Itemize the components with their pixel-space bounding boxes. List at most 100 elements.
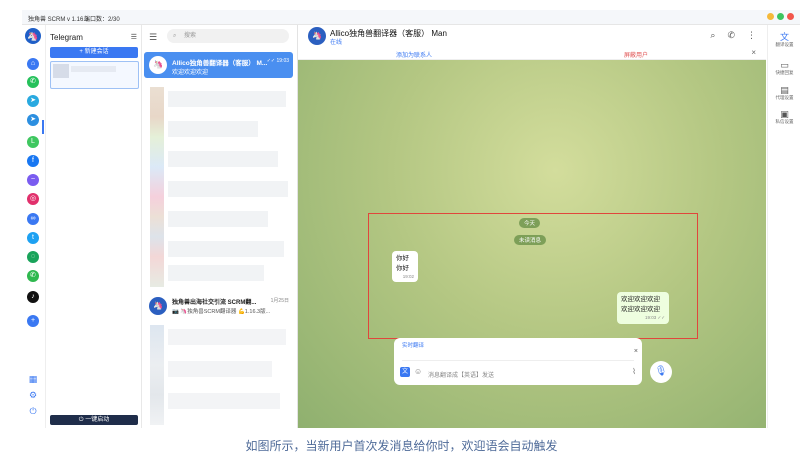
line-icon[interactable]: L <box>27 136 39 148</box>
list-menu-icon[interactable]: ☰ <box>131 33 137 41</box>
proxy-settings-label: 代理设置 <box>775 95 794 100</box>
phone-icon[interactable]: ✆ <box>727 30 735 41</box>
minimize-button[interactable] <box>767 13 774 20</box>
message-line: 你好 <box>396 265 409 272</box>
home-icon[interactable]: ⌂ <box>27 58 39 70</box>
close-window-button[interactable] <box>787 13 794 20</box>
chat-rows-blurred <box>168 181 288 197</box>
account-avatar-blurred <box>53 64 69 78</box>
message-time: 19:03 ✓✓ <box>644 315 665 320</box>
attach-icon[interactable]: ⌇ <box>632 367 636 376</box>
account-panel: Telegram ☰ + 新建会话 ⏻ 一键启动 <box>46 25 142 428</box>
chat-rows-blurred <box>168 151 278 167</box>
private-settings-icon: ▣ <box>780 109 789 119</box>
block-user-link[interactable]: 屏蔽用户 <box>624 50 648 59</box>
quick-reply-button[interactable]: ▭ 快捷回复 <box>768 60 801 76</box>
caption: 如图所示，当新用户首次发消息给你时，欢迎语会自动触发 <box>245 439 558 453</box>
platform-rail: 🦄 ⌂ ✆ ➤ ➤ Lf ~ ◎ ∞ t ◌ ✆ ♪ + ▦ ⚙ ⏻ <box>22 25 46 428</box>
chat-rows-blurred <box>168 91 286 107</box>
contact-action-bar: 添加为联系人 屏蔽用户 × <box>298 47 766 60</box>
chat-rows-blurred <box>168 329 286 345</box>
twitter-icon[interactable]: t <box>27 232 39 244</box>
instagram-icon[interactable]: ◎ <box>27 193 39 205</box>
port-count: 端口数：2/30 <box>84 17 120 23</box>
settings-icon[interactable]: ⚙ <box>27 389 39 401</box>
microphone-icon: 🎙 <box>654 366 668 377</box>
chat-time: 1月25日 <box>270 298 289 304</box>
chat-item[interactable]: 🦄 独角兽出海社交引流 SCRM翻... 1月25日 📷 🦄独角兽SCRM翻译器… <box>144 293 293 319</box>
infinity-icon[interactable]: ∞ <box>27 213 39 225</box>
chat-rows-blurred <box>168 241 284 257</box>
search-icon[interactable]: ⌕ <box>710 30 715 41</box>
right-tools-panel: 文翻译设置 ▭ 快捷回复 ▤ 代理设置 ▣ 私信设置 <box>767 25 801 428</box>
quick-reply-icon: ▭ <box>780 60 789 70</box>
app-window: 独角兽 SCRM v 1.16.3 端口数：2/30 🦄 ⌂ ✆ ➤ ➤ Lf ~ ◎ ∞ t ◌… <box>22 10 801 428</box>
avatar: 🦄 <box>149 56 167 74</box>
translate-settings-label: 翻译设置 <box>775 42 794 47</box>
facebook-icon[interactable]: f <box>27 155 39 167</box>
chat-tools: ⌕ ✆ ⋮ <box>710 30 756 41</box>
microphone-button[interactable]: 🎙 <box>650 361 672 383</box>
chat-rows-blurred <box>168 265 264 281</box>
maximize-button[interactable] <box>777 13 784 20</box>
chat-item-selected[interactable]: 🦄 Allico独角兽翻译器（客服） M... ✓✓ 19:03 欢迎欢迎欢迎 <box>144 52 293 78</box>
chat-name: 独角兽出海社交引流 SCRM翻... <box>172 300 257 306</box>
title-bar: 独角兽 SCRM v 1.16.3 端口数：2/30 <box>22 10 800 25</box>
messenger-icon[interactable]: ~ <box>27 174 39 186</box>
private-settings-label: 私信设置 <box>775 119 794 124</box>
proxy-settings-button[interactable]: ▤ 代理设置 <box>768 85 801 101</box>
realtime-translate-label: 实时翻译 <box>402 343 425 349</box>
proxy-settings-icon: ▤ <box>780 85 789 95</box>
account-name-blurred <box>71 66 116 72</box>
translate-settings-button[interactable]: 文翻译设置 <box>768 32 801 48</box>
account-item[interactable] <box>50 61 139 89</box>
private-settings-button[interactable]: ▣ 私信设置 <box>768 109 801 125</box>
search-input[interactable]: ⌕ 搜索 <box>167 29 289 43</box>
one-click-start-button[interactable]: ⏻ 一键启动 <box>50 415 138 425</box>
chat-main: 🦄 Allico独角兽翻译器（客服） Man 在线 ⌕ ✆ ⋮ 添加为联系人 屏… <box>298 25 766 428</box>
chat-preview: 📷 🦄独角兽SCRM翻译器 💪1.16.3版... <box>172 309 271 315</box>
chat-avatars-blurred <box>150 325 164 425</box>
chat-preview: 欢迎欢迎欢迎 <box>172 70 209 76</box>
app-logo-icon: 🦄 <box>25 28 41 44</box>
hamburger-menu-icon[interactable]: ☰ <box>149 32 157 43</box>
message-line: 欢迎欢迎欢迎 <box>621 296 660 303</box>
platform-title: Telegram <box>50 33 83 42</box>
signal-icon[interactable]: ◌ <box>27 251 39 263</box>
outgoing-message[interactable]: 欢迎欢迎欢迎 欢迎欢迎欢迎 19:03 ✓✓ <box>617 292 669 324</box>
more-icon[interactable]: ⋮ <box>747 30 756 41</box>
emoji-icon[interactable]: ☺ <box>414 367 422 376</box>
window-controls <box>767 13 794 20</box>
message-input[interactable]: 消息翻译成【英语】发送 <box>428 370 494 379</box>
online-status: 在线 <box>330 40 343 46</box>
viber-icon[interactable]: ✆ <box>27 270 39 282</box>
close-translate-icon[interactable]: × <box>634 348 638 355</box>
telegram-business-icon[interactable]: ➤ <box>27 95 39 107</box>
quick-reply-label: 快捷回复 <box>775 70 794 75</box>
apps-icon[interactable]: ▦ <box>27 373 39 385</box>
chat-rows-blurred <box>168 393 280 409</box>
chat-rows-blurred <box>168 361 272 377</box>
add-icon[interactable]: + <box>27 315 39 327</box>
whatsapp-icon[interactable]: ✆ <box>27 76 39 88</box>
new-session-button[interactable]: + 新建会话 <box>50 47 138 58</box>
telegram-icon[interactable]: ➤ <box>27 114 39 126</box>
add-contact-link[interactable]: 添加为联系人 <box>396 50 432 59</box>
chat-time: ✓✓ 19:03 <box>266 58 289 64</box>
chat-rows-blurred <box>168 211 268 227</box>
date-divider: 今天 <box>519 218 541 228</box>
message-time: 19:02 <box>402 274 414 279</box>
avatar[interactable]: 🦄 <box>308 27 326 45</box>
incoming-message[interactable]: 你好 你好 19:02 <box>392 251 418 282</box>
search-icon: ⌕ <box>173 33 177 39</box>
close-icon[interactable]: × <box>751 48 756 57</box>
chat-header: 🦄 Allico独角兽翻译器（客服） Man 在线 ⌕ ✆ ⋮ <box>298 25 766 47</box>
chat-name: Allico独角兽翻译器（客服） M... <box>172 60 268 67</box>
chat-list: ☰ ⌕ 搜索 🦄 Allico独角兽翻译器（客服） M... ✓✓ 19:03 … <box>142 25 298 428</box>
translate-icon[interactable]: 文 <box>400 367 410 377</box>
message-line: 欢迎欢迎欢迎 <box>621 306 660 313</box>
logout-icon[interactable]: ⏻ <box>27 405 39 417</box>
chat-avatars-blurred <box>150 87 164 287</box>
tiktok-icon[interactable]: ♪ <box>27 291 39 303</box>
divider <box>402 360 634 361</box>
